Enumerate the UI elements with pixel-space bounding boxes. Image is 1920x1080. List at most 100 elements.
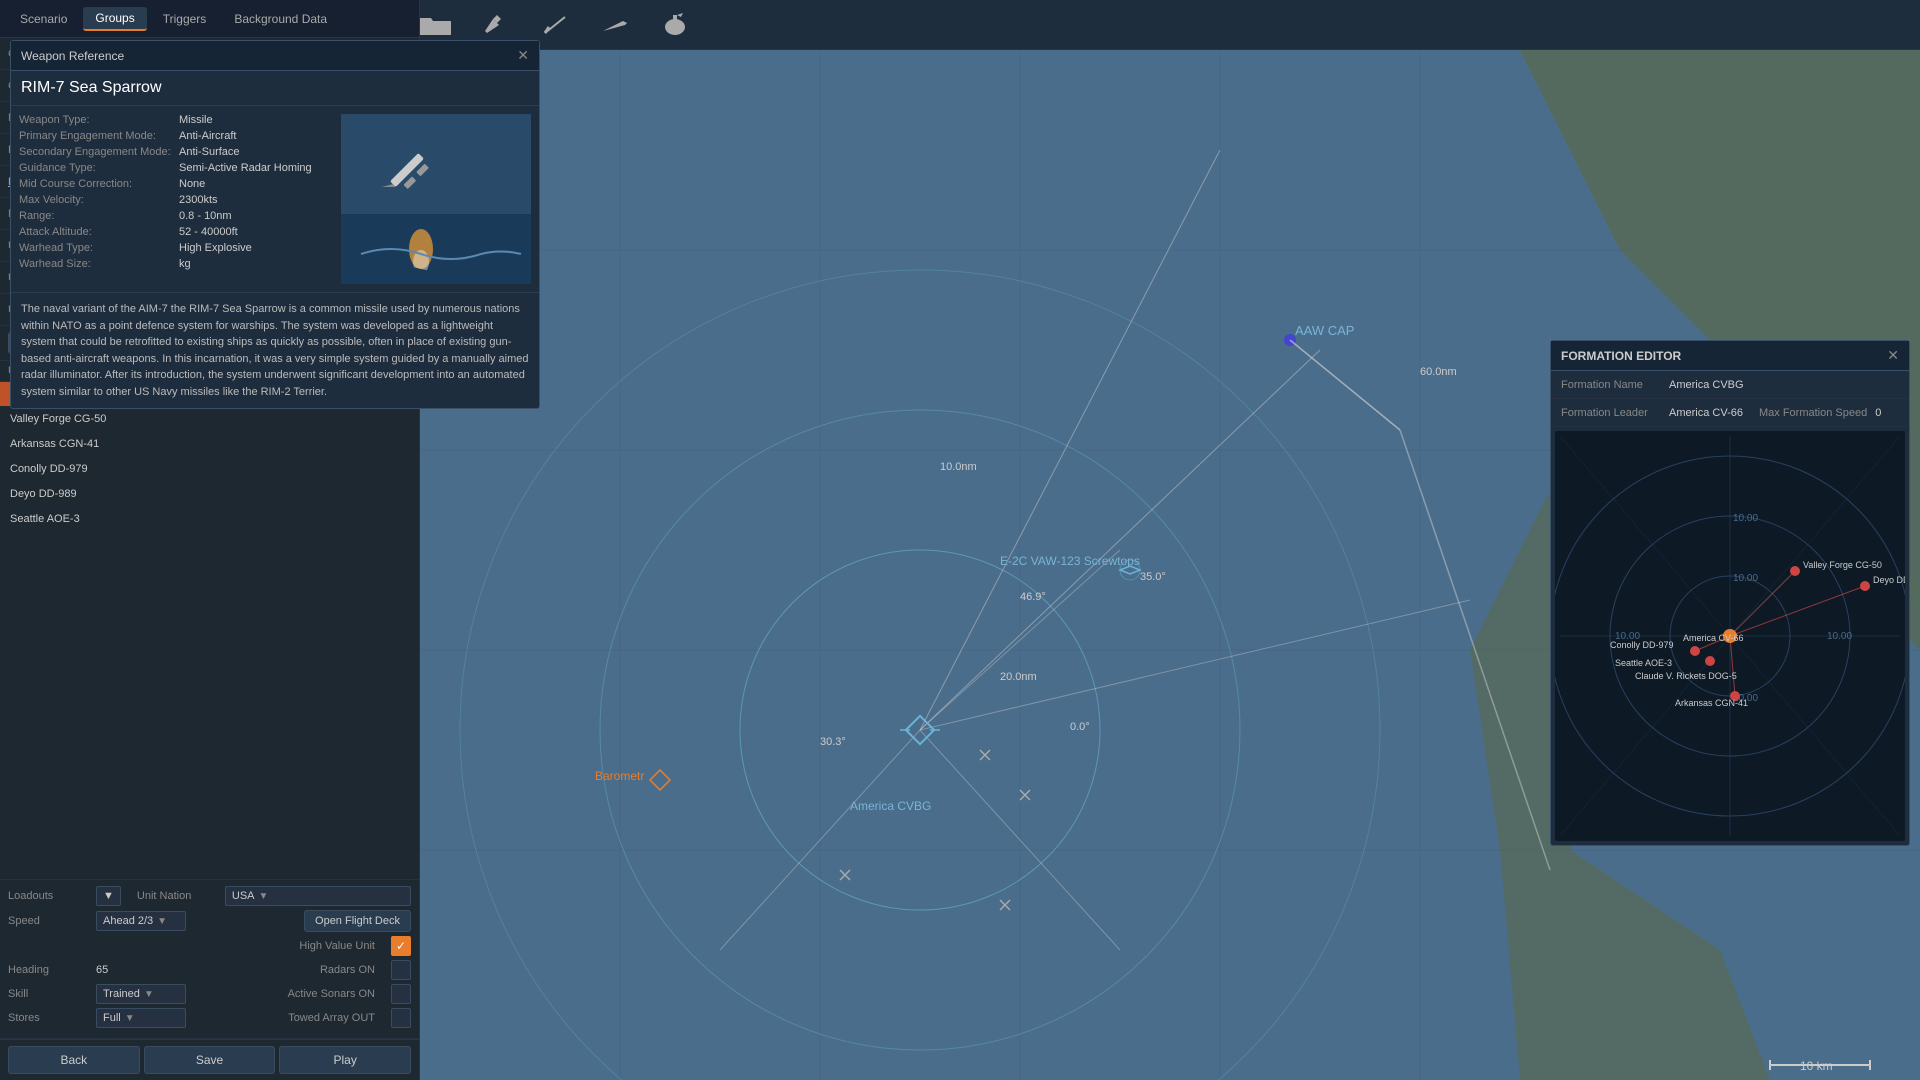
weapon-spec-row: Mid Course Correction:None bbox=[19, 178, 331, 190]
spec-value: None bbox=[179, 178, 205, 190]
spec-label: Attack Altitude: bbox=[19, 226, 179, 238]
towed-array-label: Towed Array OUT bbox=[288, 1012, 375, 1024]
bomb-icon[interactable] bbox=[650, 5, 700, 45]
tab-groups[interactable]: Groups bbox=[83, 7, 146, 31]
weapon-spec-row: Guidance Type:Semi-Active Radar Homing bbox=[19, 162, 331, 174]
stores-row: Stores Full ▼ Towed Array OUT bbox=[8, 1008, 411, 1028]
spec-value: kg bbox=[179, 258, 191, 270]
spec-label: Mid Course Correction: bbox=[19, 178, 179, 190]
fe-formation-name-row: Formation Name America CVBG bbox=[1551, 371, 1909, 399]
check-icon: ✓ bbox=[396, 939, 406, 953]
fe-formation-name-value: America CVBG bbox=[1669, 379, 1744, 391]
weapon-reference-dialog: Weapon Reference ✕ RIM-7 Sea Sparrow Wea… bbox=[10, 40, 540, 409]
towed-array-toggle[interactable] bbox=[391, 1008, 411, 1028]
tab-triggers[interactable]: Triggers bbox=[151, 8, 219, 30]
unit-nation-dropdown[interactable]: USA ▼ bbox=[225, 886, 411, 906]
missile-icon[interactable] bbox=[590, 5, 640, 45]
unit-list: America CV-66Valley Forge CG-50Arkansas … bbox=[0, 382, 419, 879]
stores-value: Full bbox=[103, 1012, 121, 1024]
weapon-spec-row: Attack Altitude:52 - 40000ft bbox=[19, 226, 331, 238]
spec-value: Semi-Active Radar Homing bbox=[179, 162, 312, 174]
radars-on-label: Radars ON bbox=[320, 964, 375, 976]
spec-label: Max Velocity: bbox=[19, 194, 179, 206]
formation-diagram[interactable]: 10.00 10.00 10.00 10.00 10.00 Valley For… bbox=[1555, 431, 1905, 841]
bottom-controls: Loadouts ▼ Unit Nation USA ▼ Speed Ahead… bbox=[0, 879, 419, 1039]
speed-dropdown[interactable]: Ahead 2/3 ▼ bbox=[96, 911, 186, 931]
weapon-spec-row: Primary Engagement Mode:Anti-Aircraft bbox=[19, 130, 331, 142]
weapon-spec-row: Warhead Size:kg bbox=[19, 258, 331, 270]
spec-label: Weapon Type: bbox=[19, 114, 179, 126]
svg-text:Conolly DD-979: Conolly DD-979 bbox=[1610, 640, 1674, 650]
skill-arrow-icon: ▼ bbox=[144, 989, 154, 1000]
play-button[interactable]: Play bbox=[279, 1046, 411, 1074]
back-button[interactable]: Back bbox=[8, 1046, 140, 1074]
stores-dropdown[interactable]: Full ▼ bbox=[96, 1008, 186, 1028]
formation-editor-title: FORMATION EDITOR bbox=[1561, 349, 1681, 363]
tab-background-data[interactable]: Background Data bbox=[222, 8, 339, 30]
svg-text:E-2C VAW-123 Screwtops: E-2C VAW-123 Screwtops bbox=[1000, 554, 1140, 568]
spec-value: 2300kts bbox=[179, 194, 218, 206]
weapon-dialog-close-button[interactable]: ✕ bbox=[517, 47, 529, 64]
spec-value: 52 - 40000ft bbox=[179, 226, 238, 238]
unit-nation-value: USA bbox=[232, 890, 255, 902]
svg-text:10.00: 10.00 bbox=[1733, 573, 1758, 584]
svg-text:10.0nm: 10.0nm bbox=[940, 461, 977, 473]
pencil-icon[interactable] bbox=[470, 5, 520, 45]
unit-list-item[interactable]: Valley Forge CG-50 bbox=[0, 407, 419, 432]
high-value-unit-toggle[interactable]: ✓ bbox=[391, 936, 411, 956]
weapon-content: Weapon Type:Missile Primary Engagement Mo… bbox=[11, 106, 539, 292]
hvu-row: High Value Unit ✓ bbox=[8, 936, 411, 956]
unit-list-item[interactable]: Seattle AOE-3 bbox=[0, 507, 419, 532]
heading-label: Heading bbox=[8, 964, 88, 976]
weapon-spec-row: Max Velocity:2300kts bbox=[19, 194, 331, 206]
sword-icon[interactable] bbox=[530, 5, 580, 45]
high-value-unit-label: High Value Unit bbox=[299, 940, 375, 952]
loadouts-arrow-icon: ▼ bbox=[103, 890, 114, 902]
svg-text:30.3°: 30.3° bbox=[820, 736, 846, 748]
unit-list-item[interactable]: Deyo DD-989 bbox=[0, 482, 419, 507]
skill-row: Skill Trained ▼ Active Sonars ON bbox=[8, 984, 411, 1004]
fe-max-speed-value: 0 bbox=[1875, 407, 1881, 419]
action-buttons: Back Save Play bbox=[0, 1039, 419, 1080]
fe-formation-name-label: Formation Name bbox=[1561, 379, 1661, 391]
stores-label: Stores bbox=[8, 1012, 88, 1024]
weapon-image bbox=[341, 114, 531, 284]
spec-value: 0.8 - 10nm bbox=[179, 210, 232, 222]
fe-formation-leader-row: Formation Leader America CV-66 Max Forma… bbox=[1551, 399, 1909, 427]
svg-text:10.00: 10.00 bbox=[1827, 631, 1852, 642]
weapon-specs: Weapon Type:Missile Primary Engagement Mo… bbox=[19, 114, 331, 284]
save-button[interactable]: Save bbox=[144, 1046, 276, 1074]
tab-scenario[interactable]: Scenario bbox=[8, 8, 79, 30]
svg-text:Barometr: Barometr bbox=[595, 769, 644, 783]
svg-text:America CV-66: America CV-66 bbox=[1683, 633, 1744, 643]
weapon-spec-row: Weapon Type:Missile bbox=[19, 114, 331, 126]
open-flight-deck-button[interactable]: Open Flight Deck bbox=[304, 910, 411, 932]
weapon-dialog-title: Weapon Reference bbox=[21, 49, 124, 63]
speed-value: Ahead 2/3 bbox=[103, 915, 153, 927]
tab-bar: Scenario Groups Triggers Background Data bbox=[0, 0, 419, 38]
formation-editor-close-button[interactable]: ✕ bbox=[1887, 347, 1899, 364]
svg-text:20.0nm: 20.0nm bbox=[1000, 671, 1037, 683]
fe-formation-leader-value: America CV-66 bbox=[1669, 407, 1743, 419]
skill-dropdown[interactable]: Trained ▼ bbox=[96, 984, 186, 1004]
unit-list-item[interactable]: Arkansas CGN-41 bbox=[0, 432, 419, 457]
svg-text:Claude V. Rickets DOG-5: Claude V. Rickets DOG-5 bbox=[1635, 671, 1737, 681]
speed-label: Speed bbox=[8, 915, 88, 927]
formation-editor-dialog: FORMATION EDITOR ✕ Formation Name Americ… bbox=[1550, 340, 1910, 846]
unit-list-item[interactable]: Conolly DD-979 bbox=[0, 457, 419, 482]
formation-editor-title-bar: FORMATION EDITOR ✕ bbox=[1551, 341, 1909, 371]
fe-formation-leader-label: Formation Leader bbox=[1561, 407, 1661, 419]
svg-text:America CVBG: America CVBG bbox=[850, 799, 931, 813]
spec-label: Guidance Type: bbox=[19, 162, 179, 174]
loadouts-row: Loadouts ▼ Unit Nation USA ▼ bbox=[8, 886, 411, 906]
svg-text:AAW CAP: AAW CAP bbox=[1295, 323, 1354, 338]
active-sonars-toggle[interactable] bbox=[391, 984, 411, 1004]
svg-text:60.0nm: 60.0nm bbox=[1420, 366, 1457, 378]
radars-on-toggle[interactable] bbox=[391, 960, 411, 980]
spec-value: Anti-Aircraft bbox=[179, 130, 236, 142]
loadouts-dropdown[interactable]: ▼ bbox=[96, 886, 121, 906]
spec-label: Warhead Type: bbox=[19, 242, 179, 254]
skill-value: Trained bbox=[103, 988, 140, 1000]
svg-text:46.9°: 46.9° bbox=[1020, 591, 1046, 603]
weapon-spec-row: Secondary Engagement Mode:Anti-Surface bbox=[19, 146, 331, 158]
